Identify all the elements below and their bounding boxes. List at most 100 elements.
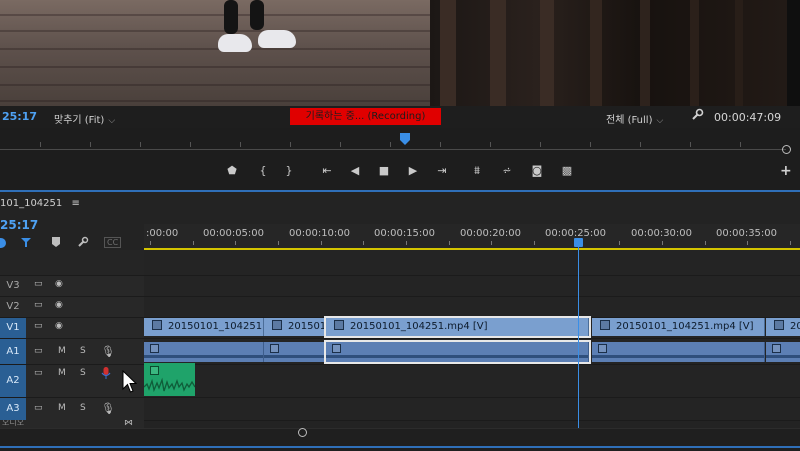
playhead-line[interactable] bbox=[578, 246, 579, 428]
resolution-dropdown[interactable]: 전체 (Full) ⌵ bbox=[606, 111, 663, 126]
step-back-icon[interactable]: ◀ bbox=[346, 162, 364, 180]
track-row-v3[interactable] bbox=[144, 276, 800, 297]
chevron-down-icon: ⌵ bbox=[656, 116, 664, 126]
video-frame bbox=[0, 0, 787, 106]
mouse-cursor-icon bbox=[122, 369, 138, 394]
video-clip[interactable]: 201501 bbox=[264, 318, 327, 336]
fx-badge-icon bbox=[600, 320, 610, 330]
eye-icon[interactable]: ◉ bbox=[55, 300, 63, 310]
audio-clip-selected[interactable] bbox=[324, 340, 591, 364]
step-forward-icon[interactable]: ▶ bbox=[404, 162, 422, 180]
clip-label: 201501 bbox=[288, 321, 327, 332]
chevron-down-icon: ⌵ bbox=[108, 116, 116, 126]
solo-button[interactable]: S bbox=[80, 346, 86, 356]
video-clip[interactable]: 20 bbox=[766, 318, 800, 336]
eye-icon[interactable]: ◉ bbox=[55, 321, 63, 331]
monitor-playhead-icon[interactable] bbox=[400, 133, 410, 145]
solo-button[interactable]: S bbox=[80, 368, 86, 378]
export-frame-icon[interactable]: ◙ bbox=[528, 162, 546, 180]
monitor-scrub-bar[interactable] bbox=[0, 149, 786, 150]
zoom-handle-icon[interactable] bbox=[782, 145, 791, 154]
clip-label: 20 bbox=[790, 321, 800, 332]
track-row-a3[interactable] bbox=[144, 398, 800, 421]
panel-bottom-border bbox=[0, 446, 800, 448]
mute-button[interactable]: M bbox=[58, 346, 66, 356]
solo-button[interactable]: S bbox=[80, 403, 86, 413]
track-header-v3: V3 ▭ ◉ bbox=[0, 276, 144, 297]
track-label-v2[interactable]: V2 bbox=[0, 301, 26, 312]
track-label-a2[interactable]: A2 bbox=[0, 365, 26, 397]
zoom-level-dropdown[interactable]: 맞추기 (Fit) ⌵ bbox=[54, 111, 115, 126]
mark-out-icon[interactable]: } bbox=[280, 162, 298, 180]
recorded-audio-clip[interactable] bbox=[144, 363, 195, 396]
track-label-v1[interactable]: V1 bbox=[0, 318, 26, 338]
track-label-a1[interactable]: A1 bbox=[0, 339, 26, 364]
audio-clip[interactable] bbox=[592, 342, 765, 362]
go-to-in-icon[interactable]: ⇤ bbox=[318, 162, 336, 180]
microphone-icon[interactable]: 🎙 bbox=[101, 345, 115, 358]
track-row-spacer bbox=[144, 250, 800, 276]
audio-clip[interactable] bbox=[144, 342, 264, 362]
film-icon[interactable]: ▭ bbox=[34, 279, 43, 289]
extract-icon[interactable]: ⩫ bbox=[498, 162, 516, 180]
resolution-value: 전체 (Full) bbox=[606, 115, 653, 126]
film-icon[interactable]: ▭ bbox=[34, 321, 43, 331]
track-header-v2: V2 ▭ ◉ bbox=[0, 297, 144, 318]
mark-in-icon[interactable]: { bbox=[254, 162, 272, 180]
sequence-duration: 00:00:47:09 bbox=[714, 111, 782, 124]
ruler-label: 00:00:30:00 bbox=[631, 228, 693, 239]
fx-badge-icon bbox=[272, 320, 282, 330]
ruler-label: 00:00:10:00 bbox=[289, 228, 351, 239]
linked-selection-icon[interactable] bbox=[20, 236, 32, 248]
mute-button[interactable]: M bbox=[58, 403, 66, 413]
video-clip[interactable]: 20150101_104251.mp4 [V] bbox=[592, 318, 765, 336]
panel-menu-icon[interactable]: ≡ bbox=[71, 198, 79, 209]
bowtie-icon[interactable]: ⋈ bbox=[124, 420, 133, 428]
video-clip-selected[interactable]: 20150101_104251.mp4 [V] bbox=[324, 316, 591, 338]
track-label-a3[interactable]: A3 bbox=[0, 398, 26, 420]
track-header-v1: V1 ▭ ◉ bbox=[0, 318, 144, 339]
lift-icon[interactable]: ⩩ bbox=[468, 162, 486, 180]
add-marker-icon[interactable] bbox=[51, 236, 61, 248]
sequence-name: 101_104251 bbox=[0, 198, 63, 209]
audio-clip[interactable] bbox=[766, 342, 800, 362]
track-header-a1: A1 ▭ M S 🎙 bbox=[0, 339, 144, 365]
stop-icon[interactable]: ■ bbox=[375, 162, 393, 180]
program-monitor-preview bbox=[0, 0, 800, 106]
ruler-label: 00:00:20:00 bbox=[460, 228, 522, 239]
captions-icon[interactable]: CC bbox=[104, 237, 122, 248]
film-icon[interactable]: ▭ bbox=[34, 368, 43, 378]
zoom-level-value: 맞추기 (Fit) bbox=[54, 115, 105, 126]
comparison-view-icon[interactable]: ▩ bbox=[558, 162, 576, 180]
sequence-tab[interactable]: 101_104251 ≡ bbox=[0, 198, 80, 209]
eye-icon[interactable]: ◉ bbox=[55, 279, 63, 289]
microphone-icon[interactable]: 🎙 bbox=[101, 402, 115, 415]
mute-button[interactable]: M bbox=[58, 368, 66, 378]
ruler-label: 00:00:35:00 bbox=[716, 228, 778, 239]
add-marker-icon[interactable]: ⬟ bbox=[223, 162, 241, 180]
film-icon[interactable]: ▭ bbox=[34, 300, 43, 310]
clip-label: 20150101_104251.mp4 [V] bbox=[350, 321, 488, 332]
track-header-a3: A3 ▭ M S 🎙 bbox=[0, 398, 144, 421]
microphone-recording-icon[interactable] bbox=[101, 367, 111, 379]
clip-label: 20150101_104251 bbox=[168, 321, 263, 332]
playhead-handle-icon[interactable] bbox=[574, 238, 583, 247]
track-label-v3[interactable]: V3 bbox=[0, 280, 26, 291]
go-to-out-icon[interactable]: ⇥ bbox=[433, 162, 451, 180]
button-editor-button[interactable]: + bbox=[780, 163, 792, 179]
fx-badge-icon bbox=[152, 320, 162, 330]
track-row-a2[interactable] bbox=[144, 365, 800, 398]
clip-label: 20150101_104251.mp4 [V] bbox=[616, 321, 754, 332]
video-clip[interactable]: 20150101_104251 bbox=[144, 318, 264, 336]
wrench-icon[interactable] bbox=[77, 236, 89, 248]
scroll-handle-icon[interactable] bbox=[298, 428, 307, 437]
mix-track-label: 오디오 bbox=[2, 420, 25, 427]
film-icon[interactable]: ▭ bbox=[34, 346, 43, 356]
film-icon[interactable]: ▭ bbox=[34, 403, 43, 413]
wrench-icon[interactable] bbox=[690, 108, 704, 122]
track-row-v2[interactable] bbox=[144, 297, 800, 318]
audio-clip[interactable] bbox=[264, 342, 327, 362]
ruler-label: 00:00:15:00 bbox=[374, 228, 436, 239]
playhead-timecode[interactable]: 25:17 bbox=[2, 110, 37, 123]
timeline-timecode[interactable]: 25:17 bbox=[0, 218, 38, 232]
